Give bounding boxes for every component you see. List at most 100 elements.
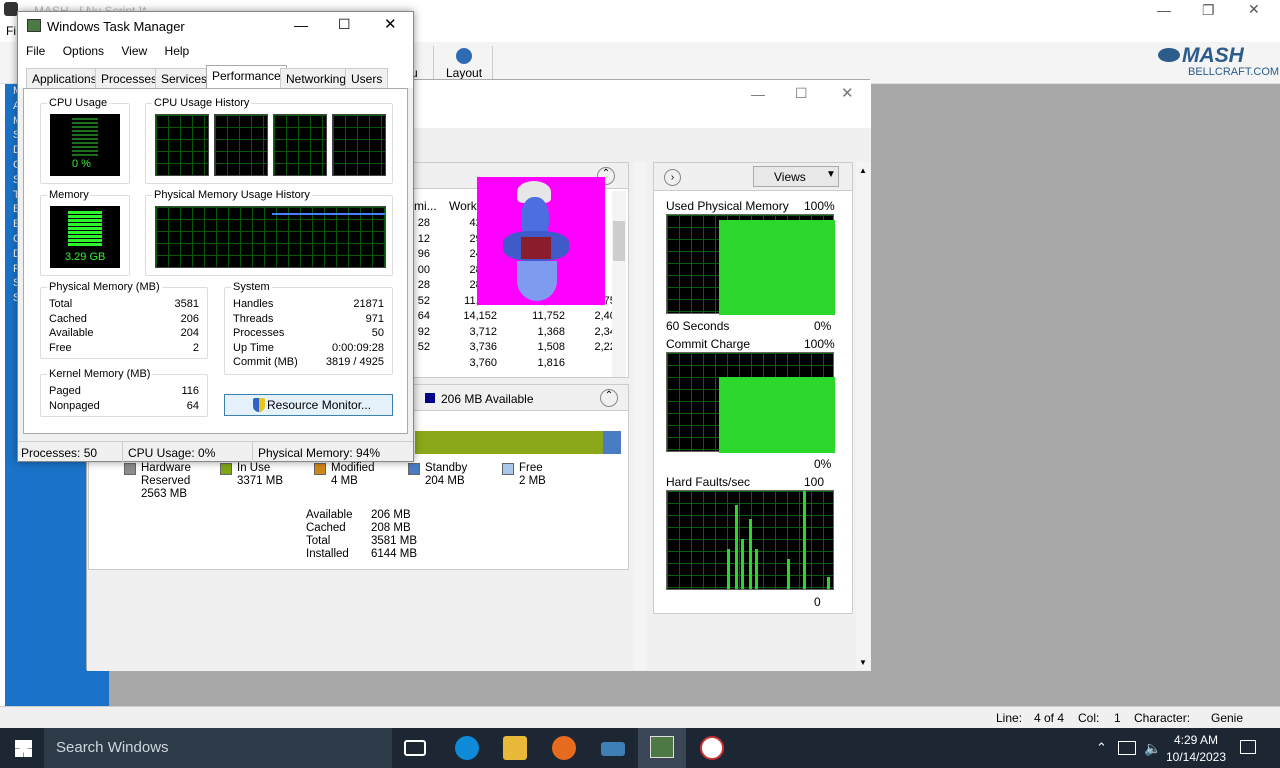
- network-icon[interactable]: [1118, 741, 1136, 755]
- process-cell: 3,712: [469, 325, 497, 338]
- title-bar: Windows Task Manager — ☐ ✕: [18, 12, 413, 42]
- stat-value: 3819 / 4925: [325, 356, 384, 369]
- brand-site: BELLCRAFT.COM: [1188, 66, 1280, 78]
- graph-plot: [666, 352, 835, 453]
- scrollbar[interactable]: [633, 162, 647, 670]
- file-explorer-icon[interactable]: [503, 736, 527, 760]
- restore-icon[interactable]: ❐: [1202, 2, 1215, 19]
- legend-swatch: [408, 463, 420, 475]
- col-header[interactable]: Work: [449, 199, 477, 213]
- scrollbar[interactable]: ▲ ▼: [856, 162, 870, 670]
- layout-label: Layout: [446, 66, 483, 80]
- tab-services[interactable]: Services: [155, 68, 214, 88]
- menu-bar: File Options View Help: [18, 42, 413, 63]
- legend-value: 3371 MB: [237, 475, 284, 487]
- expand-icon[interactable]: ›: [664, 169, 681, 186]
- resource-monitor-button[interactable]: Resource Monitor...: [224, 394, 393, 416]
- window-title: Windows Task Manager: [47, 19, 185, 34]
- summary-value: 6144 MB: [371, 548, 418, 560]
- legend-swatch: [220, 463, 232, 475]
- cpu-usage-group: CPU Usage 0 %: [40, 97, 130, 184]
- stat-label: Nonpaged: [49, 399, 100, 412]
- cpu-core-graph: [155, 114, 209, 176]
- stat-label: Commit (MB): [233, 356, 298, 369]
- graph-max: 100: [804, 475, 825, 489]
- status-memory: Physical Memory: 94%: [258, 446, 381, 460]
- notifications-icon[interactable]: [1240, 740, 1256, 754]
- graph-footer-right: 0%: [814, 319, 832, 333]
- legend-swatch: [502, 463, 514, 475]
- cpu-core-graph: [273, 114, 327, 176]
- firefox-icon[interactable]: [552, 736, 576, 760]
- process-cell: 52: [417, 341, 430, 353]
- menu-file[interactable]: File: [26, 44, 45, 58]
- line-label: Line:: [996, 711, 1023, 725]
- menu-fragment[interactable]: Fi: [6, 24, 16, 38]
- close-icon[interactable]: ✕: [384, 15, 397, 33]
- close-icon[interactable]: ✕: [841, 84, 854, 102]
- chevron-up-icon[interactable]: ⌃: [1096, 740, 1107, 756]
- scrollbar[interactable]: [612, 191, 626, 377]
- col-label: Col:: [1078, 711, 1100, 725]
- stat-value: 204: [180, 327, 199, 340]
- memory-history-label: Physical Memory Usage History: [152, 189, 312, 201]
- genie-character[interactable]: [477, 177, 605, 305]
- graph-max: 100%: [804, 337, 835, 351]
- tab-processes[interactable]: Processes: [95, 68, 164, 88]
- available-header: 206 MB Available: [441, 392, 534, 406]
- collapse-icon[interactable]: ⌃: [600, 389, 618, 407]
- cpu-usage-label: CPU Usage: [47, 97, 110, 109]
- start-icon[interactable]: [15, 740, 32, 757]
- summary-label: Installed: [306, 548, 349, 560]
- views-button[interactable]: Views ▼: [753, 166, 839, 187]
- app-icon: [4, 2, 18, 16]
- stat-label: Up Time: [233, 341, 274, 354]
- process-cell: 14,152: [463, 310, 497, 322]
- minimize-icon[interactable]: —: [751, 86, 765, 102]
- graph-title: Used Physical Memory: [666, 199, 789, 213]
- compass-app-icon[interactable]: [700, 736, 724, 760]
- edge-icon[interactable]: [455, 736, 479, 760]
- task-view-icon[interactable]: [404, 740, 426, 756]
- close-icon[interactable]: ✕: [1248, 1, 1260, 18]
- process-cell: 92: [417, 325, 430, 338]
- process-cell: 52: [417, 294, 430, 307]
- minimize-icon[interactable]: —: [294, 17, 308, 33]
- cpu-core-graph: [214, 114, 268, 176]
- layout-icon: [456, 48, 472, 64]
- menu-view[interactable]: View: [121, 44, 147, 58]
- layout-button[interactable]: Layout: [433, 46, 493, 80]
- stat-value: 2: [192, 341, 199, 354]
- memory-history-group: Physical Memory Usage History: [145, 189, 393, 276]
- minimize-icon[interactable]: —: [1157, 2, 1171, 18]
- legend-swatch: [124, 463, 136, 475]
- cpu-history-label: CPU Usage History: [152, 97, 252, 109]
- mash-app-icon[interactable]: [601, 742, 625, 756]
- summary-label: Available: [306, 509, 353, 521]
- summary-value: 208 MB: [371, 522, 411, 534]
- search-placeholder: Search Windows: [56, 739, 169, 756]
- stat-label: Threads: [233, 312, 274, 325]
- menu-help[interactable]: Help: [165, 44, 190, 58]
- stat-label: Total: [49, 298, 73, 310]
- task-manager-taskbar-button[interactable]: [638, 728, 686, 768]
- clock-time[interactable]: 4:29 AM: [1166, 733, 1226, 747]
- cpu-usage-value: 0 %: [72, 158, 91, 170]
- search-box[interactable]: Search Windows: [44, 728, 392, 768]
- maximize-icon[interactable]: ☐: [795, 85, 808, 102]
- col-header[interactable]: mi...: [414, 199, 437, 213]
- volume-icon[interactable]: 🔈: [1144, 740, 1161, 757]
- tab-applications[interactable]: Applications: [26, 68, 103, 88]
- character-value: Genie: [1211, 711, 1244, 725]
- tab-performance[interactable]: Performance: [206, 65, 287, 89]
- clock-date[interactable]: 10/14/2023: [1163, 750, 1229, 764]
- process-cell: 12: [417, 232, 430, 245]
- legend-swatch: [425, 393, 435, 403]
- tab-networking[interactable]: Networking: [280, 68, 353, 88]
- resource-monitor-label: Resource Monitor...: [267, 398, 372, 412]
- menu-options[interactable]: Options: [63, 44, 104, 58]
- process-cell: 1,508: [537, 341, 565, 353]
- maximize-icon[interactable]: ☐: [338, 16, 351, 33]
- legend-name: Modified: [331, 462, 375, 474]
- tab-users[interactable]: Users: [345, 68, 389, 88]
